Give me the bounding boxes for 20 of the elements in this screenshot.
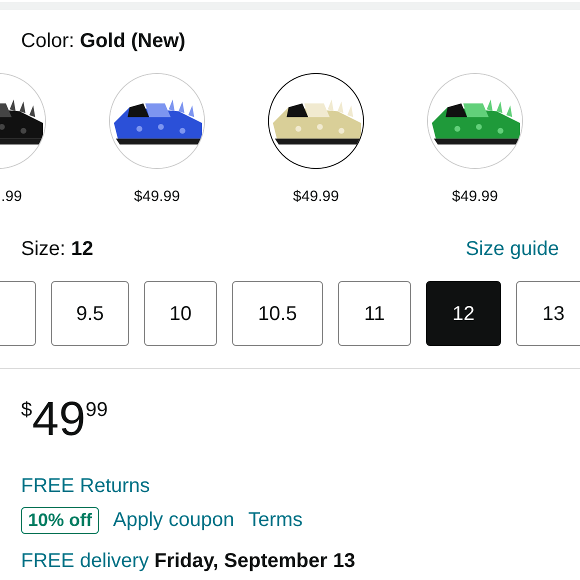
apply-coupon-link[interactable]: Apply coupon <box>113 507 234 534</box>
size-button[interactable]: 10 <box>144 281 217 346</box>
swatch-price: $49.99 <box>452 188 498 205</box>
color-value: Gold (New) <box>80 30 186 52</box>
delivery-text: FREE delivery Friday, September 13 <box>21 550 356 572</box>
size-value: 12 <box>71 238 94 260</box>
size-button[interactable]: 9.5 <box>51 281 129 346</box>
size-button[interactable]: 12 <box>426 281 501 346</box>
size-guide-link[interactable]: Size guide <box>466 235 559 263</box>
swatch-price: $49.99 <box>134 188 180 205</box>
size-button[interactable]: 13 <box>516 281 580 346</box>
terms-link[interactable]: Terms <box>248 507 303 534</box>
size-button[interactable]: 11 <box>338 281 411 346</box>
swatch-price: $49.99 <box>293 188 339 205</box>
color-label: Color: <box>21 30 76 52</box>
size-label: Size: <box>21 238 66 260</box>
swatch-price: .99 <box>1 188 22 205</box>
returns-link[interactable]: FREE Returns <box>21 474 150 497</box>
coupon-badge: 10% off <box>21 506 100 534</box>
size-button[interactable]: 10.5 <box>232 281 323 346</box>
